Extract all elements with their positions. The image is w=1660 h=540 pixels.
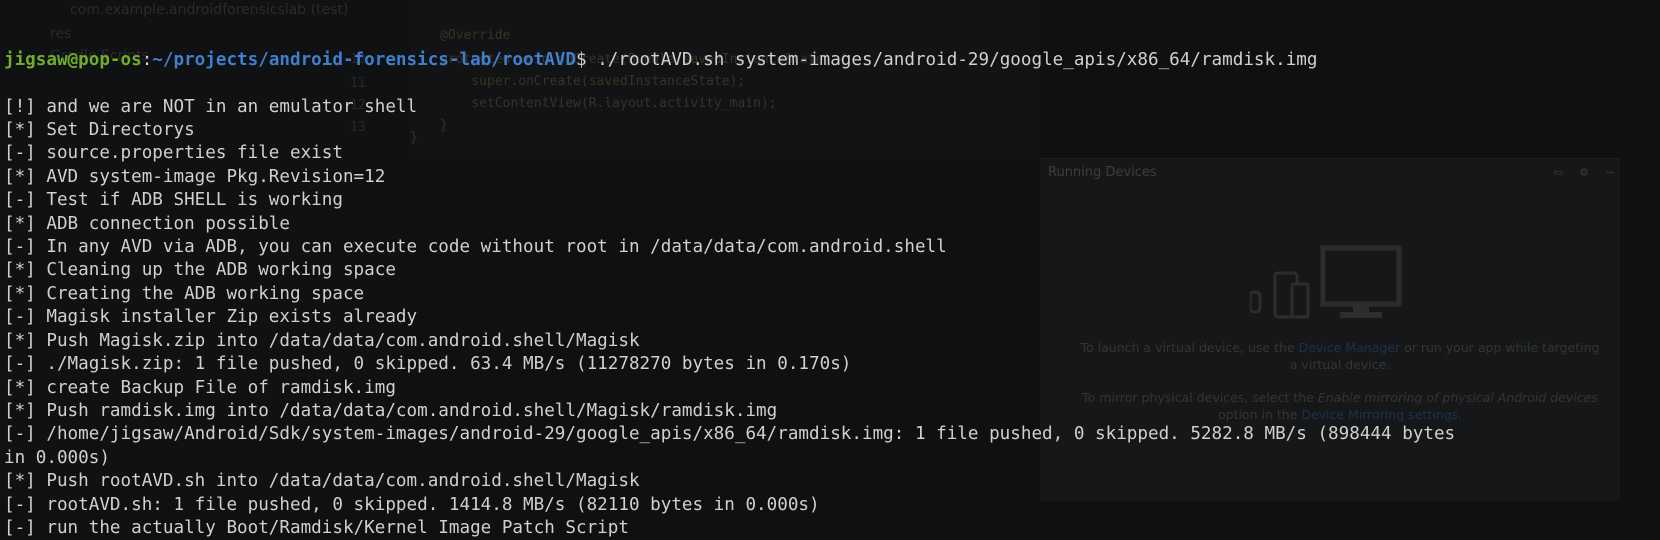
output-line: in 0.000s) — [4, 447, 110, 468]
prompt-line: jigsaw@pop-os:~/projects/android-forensi… — [4, 49, 1660, 72]
output-line: [!] and we are NOT in an emulator shell — [4, 96, 418, 117]
prompt-user: jigsaw@pop-os — [4, 49, 142, 70]
output-line: [-] /home/jigsaw/Android/Sdk/system-imag… — [4, 424, 1456, 445]
output-line: [*] Push Magisk.zip into /data/data/com.… — [4, 330, 640, 351]
output-line: [-] In any AVD via ADB, you can execute … — [4, 237, 947, 258]
terminal-output[interactable]: jigsaw@pop-os:~/projects/android-forensi… — [4, 2, 1660, 540]
output-line: [*] Push ramdisk.img into /data/data/com… — [4, 400, 778, 421]
output-line: [*] Creating the ADB working space — [4, 283, 365, 304]
prompt-symbol: $ — [576, 49, 598, 70]
output-line: [-] ./Magisk.zip: 1 file pushed, 0 skipp… — [4, 354, 852, 375]
output-line: [*] ADB connection possible — [4, 213, 290, 234]
output-line: [*] create Backup File of ramdisk.img — [4, 377, 396, 398]
output-line: [-] run the actually Boot/Ramdisk/Kernel… — [4, 517, 629, 538]
prompt-path: ~/projects/android-forensics-lab/rootAVD — [152, 49, 576, 70]
output-line: [-] Test if ADB SHELL is working — [4, 190, 343, 211]
output-line: [*] Cleaning up the ADB working space — [4, 260, 396, 281]
output-line: [-] rootAVD.sh: 1 file pushed, 0 skipped… — [4, 494, 820, 515]
output-line: [*] Push rootAVD.sh into /data/data/com.… — [4, 471, 640, 492]
output-line: [-] Magisk installer Zip exists already — [4, 307, 418, 328]
output-line: [-] source.properties file exist — [4, 143, 343, 164]
output-line: [*] Set Directorys — [4, 120, 195, 141]
prompt-separator: : — [141, 49, 153, 70]
output-line: [*] AVD system-image Pkg.Revision=12 — [4, 166, 386, 187]
command: ./rootAVD.sh system-images/android-29/go… — [597, 49, 1318, 70]
